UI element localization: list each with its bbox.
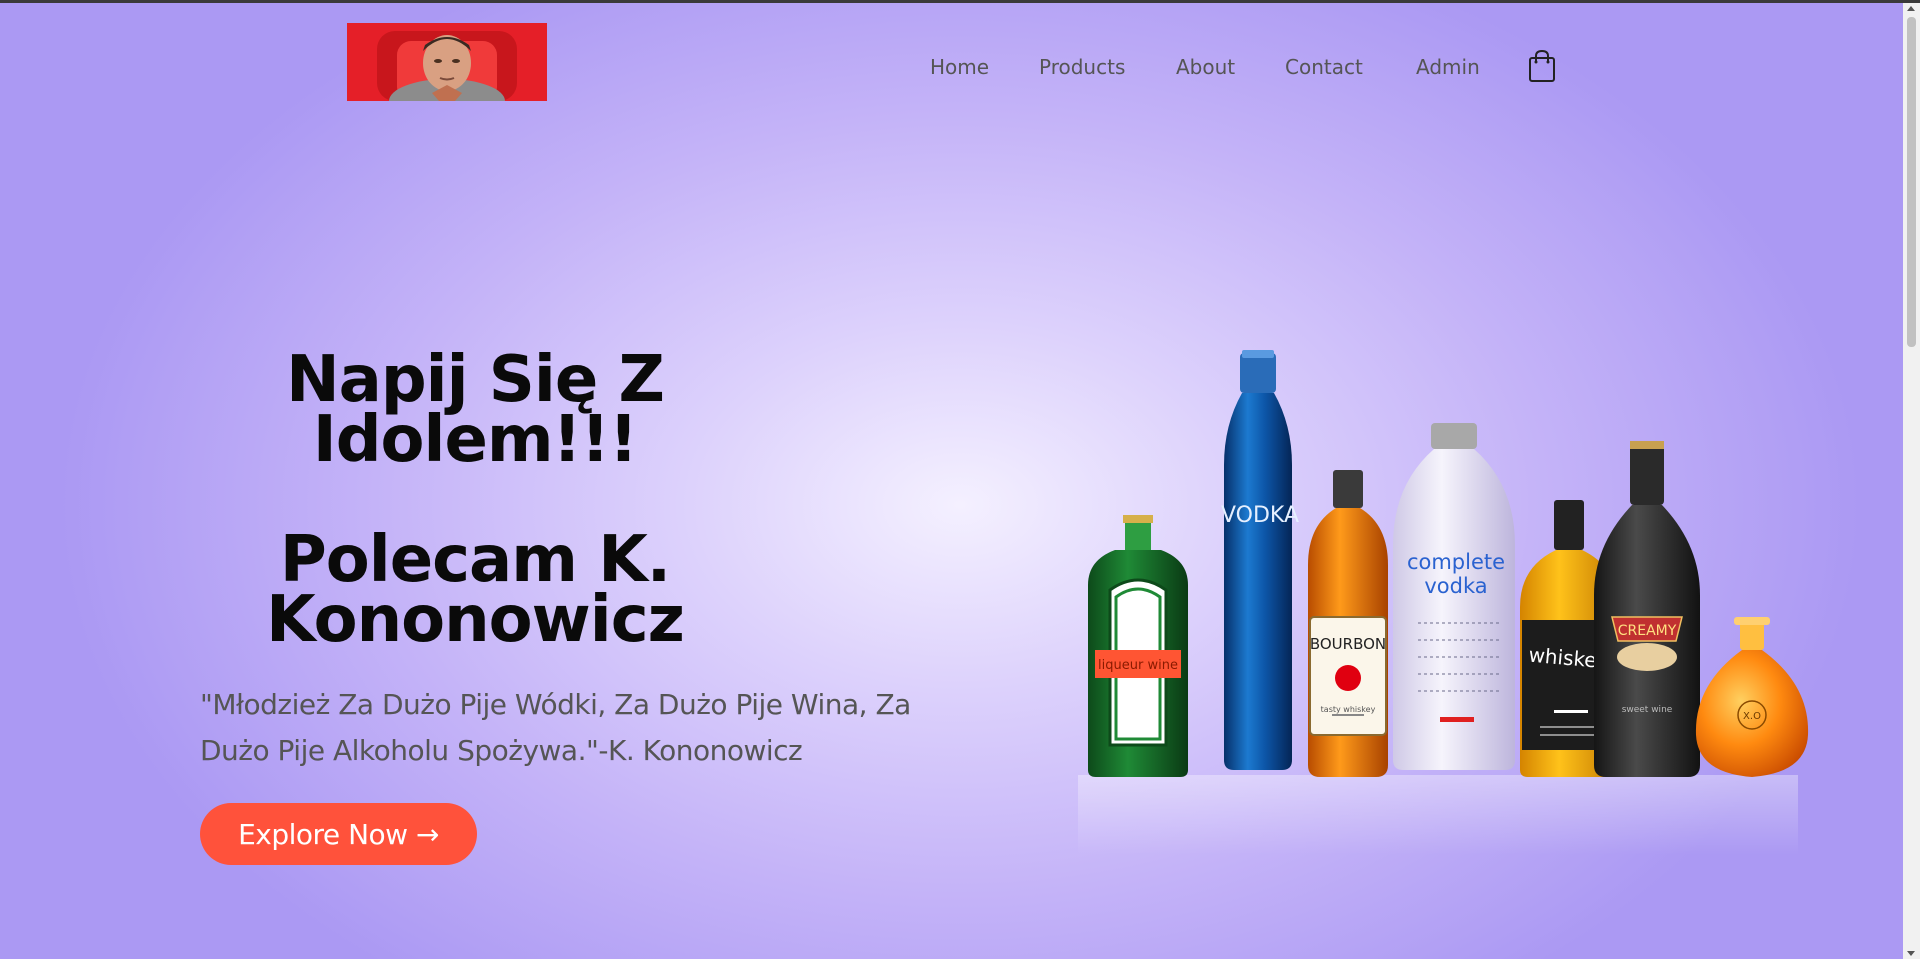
hero-subtitle-line2: Kononowicz	[266, 583, 685, 657]
vodka-label: VODKA	[1221, 503, 1299, 528]
page-scrollbar[interactable]	[1903, 3, 1920, 959]
xo-label: X.O	[1743, 711, 1761, 722]
creamy-sub-label: sweet wine	[1622, 705, 1673, 715]
scroll-up-arrow-icon[interactable]	[1907, 6, 1915, 11]
complete-vodka-label-line1: complete	[1407, 550, 1505, 574]
scrollbar-thumb[interactable]	[1907, 17, 1916, 347]
shopping-bag-icon[interactable]	[1527, 49, 1557, 83]
hero-title-line2: Idolem!!!	[312, 403, 638, 477]
xo-bottle	[1695, 617, 1809, 777]
logo-image[interactable]	[347, 23, 547, 101]
hero-subtitle: Polecam K. Kononowicz	[200, 523, 750, 657]
scroll-down-arrow-icon[interactable]	[1907, 951, 1915, 956]
explore-now-button[interactable]: Explore Now →	[200, 803, 477, 865]
hero-title: Napij Się Z Idolem!!!	[200, 343, 750, 477]
bourbon-label: BOURBON	[1310, 635, 1386, 653]
liqueur-label: liqueur wine	[1098, 658, 1178, 673]
hero-subtitle-line1: Polecam K.	[279, 523, 671, 597]
nav-home-link[interactable]: Home	[930, 55, 989, 79]
nav-admin-link[interactable]: Admin	[1416, 55, 1480, 79]
liqueur-bottle	[1088, 515, 1188, 777]
creamy-label: CREAMY	[1618, 623, 1677, 639]
creamy-bottle	[1594, 441, 1700, 777]
nav-products-link[interactable]: Products	[1039, 55, 1125, 79]
bourbon-bottle	[1308, 470, 1388, 777]
hero-title-line1: Napij Się Z	[286, 343, 665, 417]
bottles-illustration: liqueur wine VODKA complete vodka BOURBO…	[1070, 345, 1810, 865]
hero-quote: "Młodzież Za Dużo Pije Wódki, Za Dużo Pi…	[200, 688, 911, 767]
nav-contact-link[interactable]: Contact	[1285, 55, 1363, 79]
vodka-bottle	[1224, 350, 1292, 770]
bourbon-sub-label: tasty whiskey	[1321, 705, 1376, 714]
complete-vodka-label-line2: vodka	[1424, 574, 1487, 598]
nav-about-link[interactable]: About	[1176, 55, 1235, 79]
browser-top-border	[0, 0, 1920, 3]
